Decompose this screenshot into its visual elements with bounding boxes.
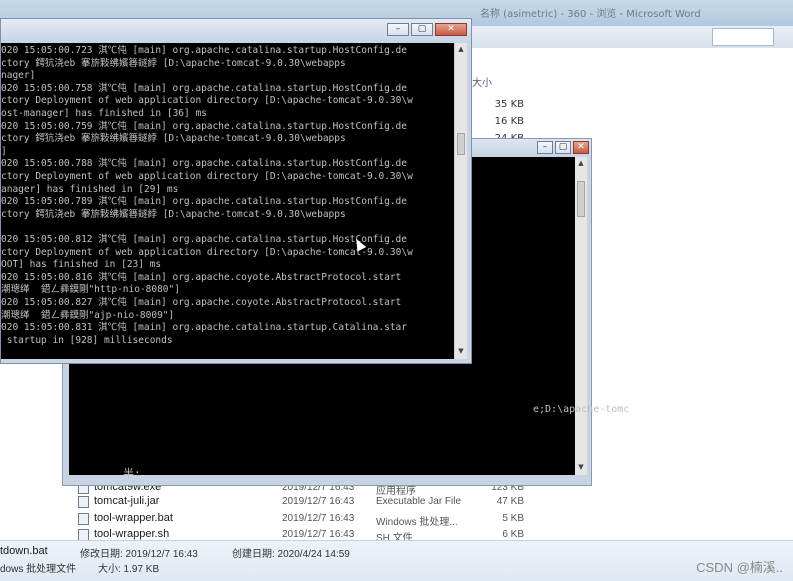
file-type: Windows 批处理...	[376, 517, 458, 528]
file-size: 5 KB	[502, 513, 524, 524]
console-log-line: startup in [928] milliseconds	[1, 334, 173, 346]
console-log-line: 020 15:05:00.812 淇℃伅 [main] org.apache.c…	[1, 234, 407, 245]
tomcat-console-scrollbar[interactable]: ▲ ▼	[454, 43, 467, 359]
console-log-line: 020 15:05:00.723 淇℃伅 [main] org.apache.c…	[1, 45, 407, 56]
console-log-line: ctory 鍔犺浇eb 搴旂敤绋嬪簭鐩綍 [D:\apache-tomcat-9…	[1, 133, 346, 145]
file-date: 2019/12/7 16:43	[282, 529, 355, 540]
jar-file-icon	[78, 496, 89, 508]
size-cell: 35 KB	[494, 99, 524, 110]
console-back-path-text: e;D:\apache-tomc	[533, 404, 630, 415]
file-list: tomcat9w.exe 2019/12/7 16:43 应用程序 123 KB…	[64, 480, 624, 544]
console-log-line: ctory Deployment of web application dire…	[1, 171, 413, 182]
console-log-line: 020 15:05:00.827 淇℃伅 [main] org.apache.c…	[1, 297, 402, 308]
file-name: tool-wrapper.bat	[94, 512, 173, 524]
status-size: 大小: 1.97 KB	[98, 564, 160, 575]
file-date: 2019/12/7 16:43	[282, 496, 355, 507]
console-log-line: 020 15:05:00.831 淇℃伅 [main] org.apache.c…	[1, 322, 407, 334]
explorer-title-text: 名称 (asimetric) - 360 - 浏览 - Microsoft Wo…	[480, 9, 701, 20]
maximize-button[interactable]: ▢	[555, 141, 571, 154]
tomcat-console-window[interactable]: – ▢ ✕ 020 15:05:00.723 淇℃伅 [main] org.ap…	[0, 18, 472, 364]
console-log-line: OOT] has finished in [23] ms	[1, 259, 162, 271]
bat-file-icon	[78, 513, 89, 525]
file-size: 47 KB	[496, 496, 524, 507]
scroll-up-icon[interactable]: ▲	[577, 159, 585, 167]
console-log-line: nager]	[1, 70, 36, 82]
console-log-line: ost-manager] has finished in [36] ms	[1, 108, 207, 119]
file-size: 6 KB	[502, 529, 524, 540]
list-item[interactable]: tool-wrapper.bat 2019/12/7 16:43 Windows…	[64, 511, 624, 528]
maximize-button[interactable]: ▢	[411, 23, 433, 36]
explorer-search-input[interactable]	[712, 28, 774, 46]
console-log-line: 潮璁缂 鍣ㄥ彞鏌剛"ajp-nio-8009"]	[1, 309, 175, 321]
status-filename: tdown.bat	[0, 545, 48, 557]
console-log-line: 020 15:05:00.788 淇℃伅 [main] org.apache.c…	[1, 158, 407, 170]
scroll-up-icon[interactable]: ▲	[457, 45, 465, 53]
scroll-thumb[interactable]	[457, 133, 465, 155]
console-log-line: ctory 鍔犺浇eb 搴旂敤绋嬪簭鐩綍 [D:\apache-tomcat-9…	[1, 57, 346, 69]
console-log-line: 潮璁缂 鍣ㄥ彞鏌剛"http-nio-8080"]	[1, 284, 180, 296]
status-modified: 修改日期: 2019/12/7 16:43	[80, 549, 198, 560]
minimize-button[interactable]: –	[537, 141, 553, 154]
status-created: 创建日期: 2020/4/24 14:59	[232, 549, 350, 560]
file-date: 2019/12/7 16:43	[282, 513, 355, 524]
scroll-down-icon[interactable]: ▼	[577, 463, 585, 471]
scroll-down-icon[interactable]: ▼	[457, 347, 465, 355]
file-name: tool-wrapper.sh	[94, 528, 170, 540]
status-type: dows 批处理文件	[0, 564, 77, 575]
close-button[interactable]: ✕	[573, 141, 589, 154]
console-back-prompt: 半:	[123, 467, 141, 480]
console-log-line: 020 15:05:00.759 淇℃伅 [main] org.apache.c…	[1, 120, 407, 132]
console-log-line: 020 15:05:00.816 淇℃伅 [main] org.apache.c…	[1, 271, 402, 283]
console-log-line: anager] has finished in [29] ms	[1, 183, 179, 195]
tomcat-console-output: 020 15:05:00.723 淇℃伅 [main] org.apache.c…	[1, 43, 454, 359]
console-log-line: 020 15:05:00.758 淇℃伅 [main] org.apache.c…	[1, 82, 407, 94]
file-name: tomcat-juli.jar	[94, 495, 160, 507]
size-cell: 16 KB	[494, 116, 524, 127]
console-back-scrollbar[interactable]: ▲ ▼	[575, 157, 587, 475]
console-log-line: ctory Deployment of web application dire…	[1, 95, 413, 107]
column-header-size[interactable]: 大小	[472, 74, 492, 89]
list-item[interactable]: tomcat-juli.jar 2019/12/7 16:43 Executab…	[64, 494, 624, 510]
console-log-line: ]	[1, 145, 7, 157]
console-log-line: ctory 鍔犺浇eb 搴旂敤绋嬪簭鐩綍 [D:\apache-tomcat-9…	[1, 208, 346, 220]
console-log-line: ctory Deployment of web application dire…	[1, 246, 413, 258]
close-button[interactable]: ✕	[435, 23, 467, 36]
details-pane: tdown.bat 修改日期: 2019/12/7 16:43 创建日期: 20…	[0, 540, 793, 581]
csdn-watermark: CSDN @楠溪..	[696, 560, 783, 575]
scroll-thumb[interactable]	[577, 181, 585, 217]
minimize-button[interactable]: –	[387, 23, 409, 36]
console-log-line: 020 15:05:00.789 淇℃伅 [main] org.apache.c…	[1, 196, 407, 208]
file-type: Executable Jar File	[376, 496, 462, 507]
